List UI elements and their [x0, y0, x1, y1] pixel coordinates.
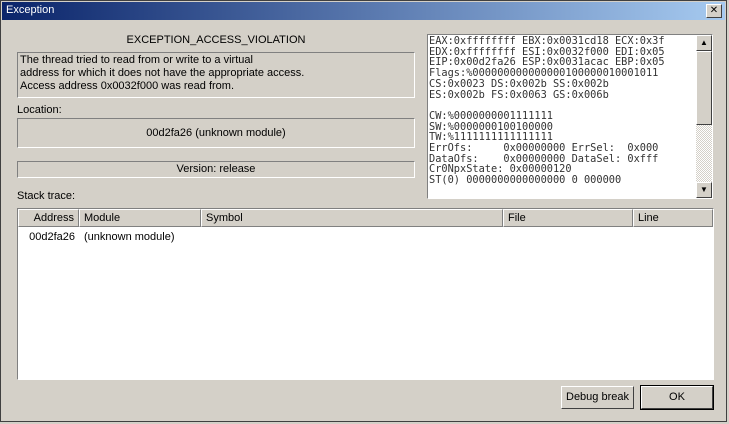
column-header-line[interactable]: Line — [633, 209, 713, 227]
registers-text: EAX:0xffffffff EBX:0x0031cd18 ECX:0x3f E… — [429, 36, 665, 187]
ok-button[interactable]: OK — [640, 385, 714, 410]
row-address: 00d2fa26 — [29, 231, 75, 243]
version-info: Version: release — [17, 161, 415, 178]
scroll-up-icon[interactable]: ▲ — [696, 35, 712, 51]
stack-trace-list[interactable]: Address Module Symbol File Line 00d2fa26… — [17, 208, 714, 380]
registers-panel[interactable]: EAX:0xffffffff EBX:0x0031cd18 ECX:0x3f E… — [427, 34, 713, 199]
scroll-down-icon[interactable]: ▼ — [696, 182, 712, 198]
title-bar[interactable]: Exception ✕ — [2, 2, 725, 20]
row-module: (unknown module) — [84, 231, 175, 243]
column-header-file[interactable]: File — [503, 209, 633, 227]
location-label: Location: — [17, 104, 62, 116]
stack-trace-label: Stack trace: — [17, 190, 76, 202]
column-header-symbol[interactable]: Symbol — [201, 209, 503, 227]
scroll-thumb[interactable] — [696, 51, 712, 125]
close-icon[interactable]: ✕ — [706, 4, 722, 18]
column-header-module[interactable]: Module — [79, 209, 201, 227]
column-header-address[interactable]: Address — [18, 209, 79, 227]
debug-break-button[interactable]: Debug break — [561, 386, 634, 409]
exception-dialog: Exception ✕ EXCEPTION_ACCESS_VIOLATION T… — [0, 0, 727, 422]
registers-scrollbar[interactable]: ▲ ▼ — [696, 35, 712, 198]
exception-name: EXCEPTION_ACCESS_VIOLATION — [126, 34, 306, 46]
window-title: Exception — [6, 4, 55, 16]
location-value: 00d2fa26 (unknown module) — [17, 118, 415, 148]
exception-description: The thread tried to read from or write t… — [17, 52, 415, 98]
